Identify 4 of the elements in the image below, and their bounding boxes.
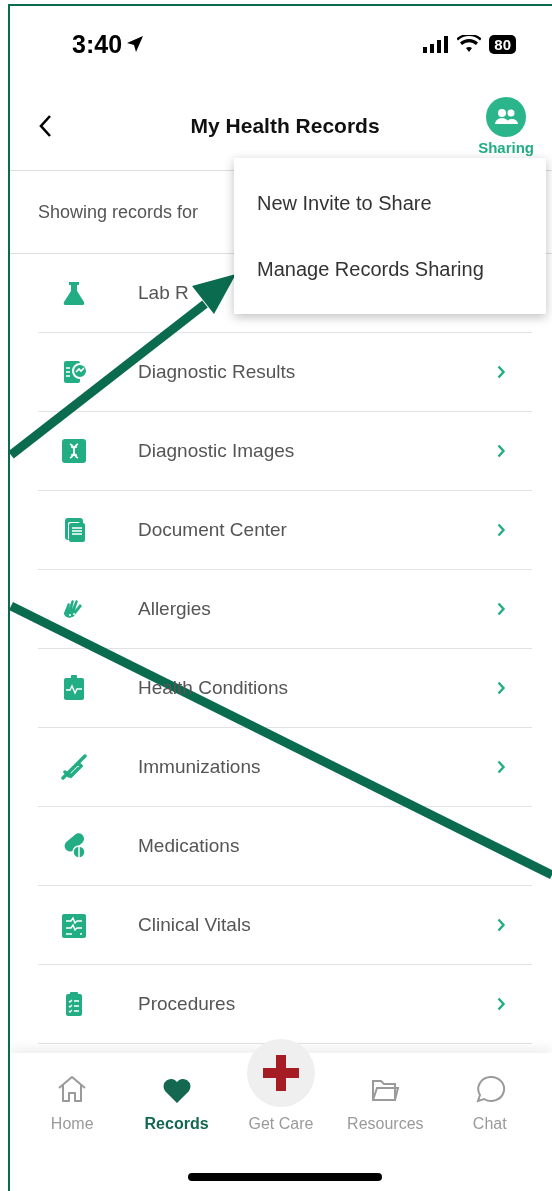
page-title: My Health Records [190, 114, 380, 138]
clock-time: 3:40 [72, 29, 123, 59]
filter-text: Showing records for [38, 201, 199, 223]
battery-level: 80 [489, 34, 516, 54]
